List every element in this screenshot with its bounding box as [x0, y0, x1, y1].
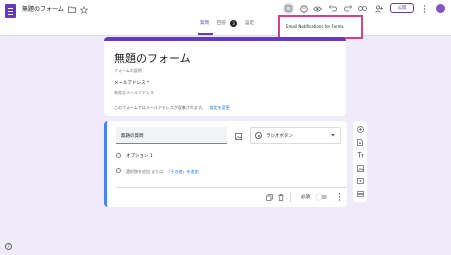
palette-icon[interactable] — [299, 4, 308, 13]
required-label: 必須 — [301, 195, 310, 200]
question-title-input[interactable]: 無題の質問 — [116, 127, 227, 144]
side-toolbar — [353, 121, 367, 202]
chevron-down-icon — [331, 134, 335, 139]
question-type-label: ラジオボタン — [266, 134, 293, 139]
add-option-label[interactable]: 選択肢を追加 または — [126, 169, 163, 174]
email-placeholder: 有効なメールアドレス — [114, 90, 154, 95]
email-notifications-tooltip: Email Notifications for Forms — [278, 15, 363, 39]
form-title[interactable]: 無題のフォーム — [114, 50, 191, 66]
add-option-radio — [116, 168, 121, 173]
email-notice: このフォームではメールアドレスが収集されます。 設定を変更 — [114, 105, 230, 111]
option-1-label[interactable]: オプション 1 — [126, 153, 153, 159]
add-collaborator-icon[interactable] — [374, 4, 383, 13]
responses-count-badge: 3 — [230, 20, 237, 27]
addons-icon[interactable] — [283, 3, 294, 14]
avatar[interactable] — [436, 4, 445, 13]
delete-icon[interactable] — [277, 193, 285, 201]
section-icon[interactable] — [356, 190, 364, 198]
add-option-text: 選択肢を追加 または 「その他」を追加 — [126, 169, 199, 175]
option-radio — [116, 153, 121, 158]
footer-separator — [290, 192, 291, 202]
tab-questions[interactable]: 質問 — [200, 20, 209, 26]
add-image-icon[interactable] — [234, 132, 242, 140]
more-vert-icon[interactable] — [421, 4, 428, 13]
help-icon[interactable]: ? — [5, 243, 12, 250]
add-other-link[interactable]: 「その他」を追加 — [167, 169, 199, 174]
question-card[interactable]: 無題の質問 ラジオボタン オプション 1 選択肢を追加 または 「その他」を追加… — [104, 121, 347, 207]
duplicate-icon[interactable] — [265, 193, 273, 201]
email-notice-text: このフォームではメールアドレスが収集されます。 — [114, 105, 206, 110]
preview-eye-icon[interactable] — [313, 4, 322, 13]
email-label: メールアドレス * — [114, 81, 150, 86]
more-options-icon[interactable] — [336, 193, 342, 201]
forms-logo-icon[interactable] — [5, 4, 16, 18]
publish-button[interactable]: 公開 — [390, 3, 414, 13]
document-title[interactable]: 無題のフォーム — [22, 4, 64, 16]
tab-active-indicator — [198, 33, 213, 35]
title-text-icon[interactable] — [356, 151, 364, 159]
required-toggle[interactable] — [316, 194, 327, 200]
change-settings-link[interactable]: 設定を変更 — [210, 105, 230, 110]
top-bar: 無題のフォーム 公開 質問 回答 設定 3 Email Notification… — [0, 0, 451, 39]
tab-responses[interactable]: 回答 — [217, 20, 226, 26]
redo-icon[interactable] — [343, 4, 352, 13]
undo-icon[interactable] — [328, 4, 337, 13]
question-type-select[interactable]: ラジオボタン — [250, 127, 341, 144]
radio-type-icon — [255, 132, 262, 139]
import-questions-icon[interactable] — [356, 138, 364, 146]
folder-icon[interactable] — [67, 5, 76, 14]
add-question-icon[interactable] — [356, 125, 364, 133]
link-icon[interactable] — [358, 4, 367, 13]
video-icon[interactable] — [356, 177, 364, 185]
tab-settings[interactable]: 設定 — [245, 20, 254, 26]
form-description-placeholder[interactable]: フォームの説明 — [114, 68, 142, 74]
form-title-card[interactable]: 無題のフォーム フォームの説明 メールアドレス * 有効なメールアドレス このフ… — [104, 37, 346, 116]
star-icon[interactable] — [79, 5, 88, 14]
tooltip-text: Email Notifications for Forms — [286, 24, 344, 29]
image-icon[interactable] — [356, 164, 364, 172]
question-footer-divider — [116, 187, 347, 188]
